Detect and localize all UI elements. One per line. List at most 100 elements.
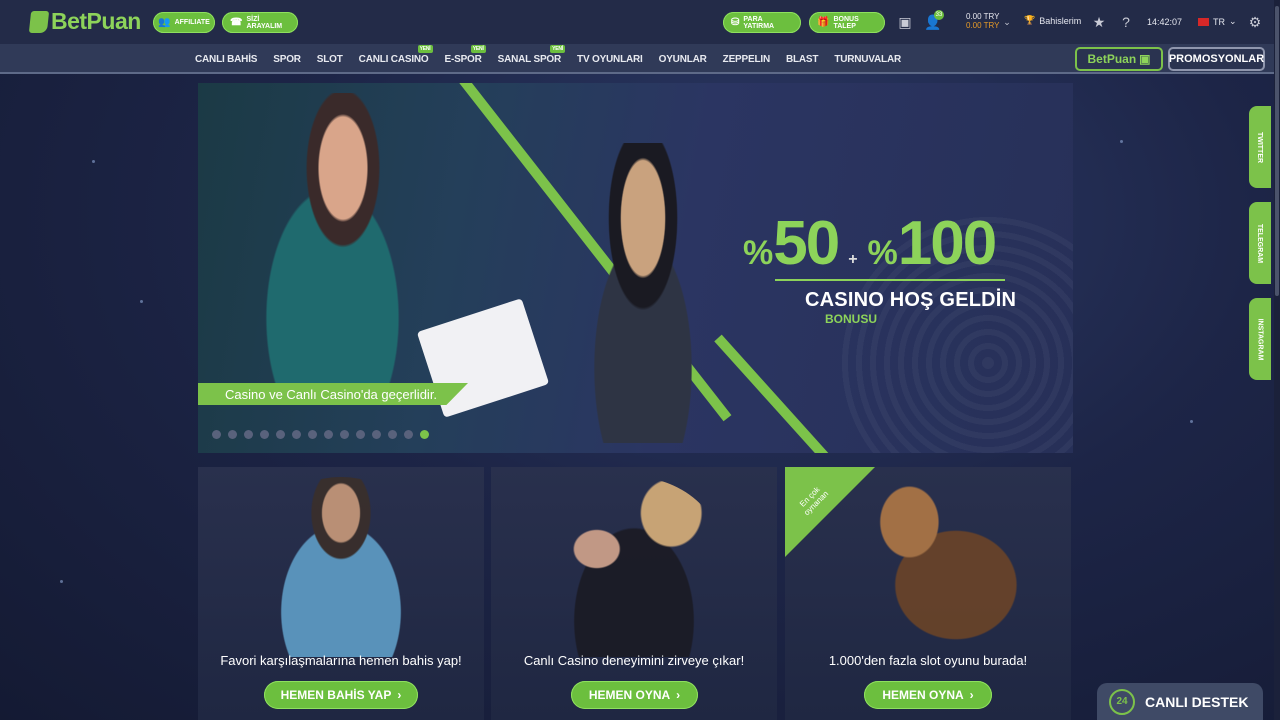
hero-woman-image [238, 93, 448, 393]
nav-item[interactable]: SLOT [317, 54, 343, 65]
nav-item[interactable]: CANLI BAHİS [195, 54, 257, 65]
carousel-dot[interactable] [372, 430, 381, 439]
top-bar: BetPuan 👥 AFFILIATE ☎ SİZİ ARAYALIM ⛁ PA… [0, 0, 1280, 44]
casino-hosts-image [541, 477, 727, 657]
logo-icon [28, 10, 50, 33]
nav-item[interactable]: CANLI CASINO YENİ [358, 44, 433, 65]
carousel-dot[interactable] [260, 430, 269, 439]
carousel-dot[interactable] [308, 430, 317, 439]
my-bets-label: Bahislerim [1039, 15, 1082, 26]
carousel-dot[interactable] [324, 430, 333, 439]
live-support-button[interactable]: 24 CANLI DESTEK [1097, 683, 1263, 720]
nav-item-label: TV OYUNLARI [577, 53, 643, 65]
tv-button[interactable]: BetPuan ▣ [1075, 47, 1163, 71]
button-label: HEMEN OYNA [882, 688, 964, 702]
background-star [1190, 420, 1193, 423]
nav-item-label: E-SPOR [444, 53, 482, 65]
nav-item-label: CANLI CASINO [358, 53, 429, 65]
nav-item[interactable]: TURNUVALAR [834, 54, 901, 65]
nav-item[interactable]: TV OYUNLARI [577, 54, 643, 65]
main-nav: CANLI BAHİS SPOR SLOT CANLI CASINO YENİ E-SPO… [0, 44, 1280, 74]
background-star [1120, 140, 1123, 143]
trophy-icon: 🏆 [1024, 15, 1036, 25]
hero-caption: Casino ve Canlı Casino'da geçerlidir. [198, 383, 468, 405]
instagram-label: INSTAGRAM [1256, 318, 1264, 360]
notification-badge: 33 [934, 10, 944, 20]
nav-item[interactable]: SPOR [273, 54, 301, 65]
balance-display[interactable]: 0.00 TRY 0.00 TRY [966, 12, 1000, 30]
background-star [60, 580, 63, 583]
my-bets-link[interactable]: 🏆 Bahislerim [1024, 15, 1081, 26]
telegram-tab[interactable]: TELEGRAM [1249, 202, 1271, 284]
percent-sign: % [743, 234, 774, 272]
nav-item-label: TURNUVALAR [834, 53, 902, 65]
balance-bonus: 0.00 TRY [966, 21, 1000, 30]
new-badge: YENİ [470, 44, 486, 53]
nav-items: CANLI BAHİS SPOR SLOT CANLI CASINO YENİ E-SPO… [195, 44, 917, 74]
callback-button[interactable]: ☎ SİZİ ARAYALIM [222, 12, 298, 33]
nav-item-label: SANAL SPOR [497, 53, 562, 65]
sports-card[interactable]: Favori karşılaşmalarına hemen bahis yap!… [198, 467, 484, 720]
nav-item[interactable]: ZEPPELIN [723, 54, 770, 65]
promotions-button[interactable]: PROMOSYONLAR [1168, 47, 1265, 71]
live-casino-card[interactable]: Canlı Casino deneyimini zirveye çıkar! H… [491, 467, 777, 720]
footballer-image [248, 477, 434, 657]
hero-banner[interactable]: % 50 + % 100 CASINO HOŞ GELDİN BONUSU Ca… [198, 83, 1073, 453]
twitter-label: TWITTER [1256, 131, 1264, 163]
nav-item-label: BLAST [785, 53, 819, 65]
carousel-dot[interactable] [276, 430, 285, 439]
twitter-tab[interactable]: TWITTER [1249, 106, 1271, 188]
gift-box-icon[interactable]: ▣ [896, 13, 914, 31]
carousel-dot[interactable] [420, 430, 429, 439]
bet-now-button[interactable]: HEMEN BAHİS YAP › [264, 681, 418, 709]
nav-item-label: CANLI BAHİS [195, 53, 258, 65]
card-text: 1.000'den fazla slot oyunu burada! [828, 653, 1028, 668]
carousel-dot[interactable] [388, 430, 397, 439]
cowboy-image [835, 477, 1021, 657]
carousel-dot[interactable] [356, 430, 365, 439]
bonus-request-button[interactable]: 🎁 BONUS TALEP [809, 12, 885, 33]
nav-item-label: OYUNLAR [658, 53, 707, 65]
settings-gear-icon[interactable]: ⚙ [1246, 13, 1264, 31]
live-support-label: CANLI DESTEK [1145, 693, 1249, 710]
phone-icon: ☎ [230, 17, 243, 28]
tv-button-label: BetPuan [1087, 52, 1137, 66]
new-badge: YENİ [417, 44, 433, 53]
chevron-down-icon[interactable]: ⌄ [998, 13, 1016, 31]
offer-second: 100 [897, 209, 997, 278]
hero-offer: % 50 + % 100 [743, 208, 997, 279]
carousel-dot[interactable] [292, 430, 301, 439]
background-star [92, 160, 95, 163]
nav-item-label: ZEPPELIN [722, 53, 770, 65]
flag-icon [1198, 17, 1209, 26]
carousel-dot[interactable] [404, 430, 413, 439]
star-icon[interactable]: ★ [1090, 13, 1108, 31]
tv-icon: ▣ [1139, 52, 1151, 66]
deposit-button[interactable]: ⛁ PARA YATIRMA [723, 12, 801, 33]
nav-item[interactable]: SANAL SPOR YENİ [497, 44, 566, 65]
hero-divider [775, 279, 1005, 281]
scrollbar-thumb[interactable] [1275, 6, 1279, 296]
slots-card[interactable]: En çok oynanan 1.000'den fazla slot oyun… [785, 467, 1071, 720]
nav-item-label: SLOT [316, 53, 343, 65]
nav-item[interactable]: OYUNLAR [659, 54, 707, 65]
nav-item[interactable]: E-SPOR YENİ [444, 44, 486, 65]
brand-logo[interactable]: BetPuan [28, 8, 141, 35]
hero-gangster-image [558, 143, 728, 443]
language-selector[interactable]: TR ⌄ [1198, 16, 1237, 27]
card-text: Canlı Casino deneyimini zirveye çıkar! [523, 653, 745, 668]
carousel-dot[interactable] [212, 430, 221, 439]
percent-sign: % [867, 234, 898, 272]
offer-first: 50 [773, 209, 840, 278]
chevron-right-icon: › [969, 688, 974, 702]
play-now-button[interactable]: HEMEN OYNA › [571, 681, 698, 709]
carousel-dot[interactable] [340, 430, 349, 439]
instagram-tab[interactable]: INSTAGRAM [1249, 298, 1271, 380]
play-now-button[interactable]: HEMEN OYNA › [864, 681, 992, 709]
carousel-dot[interactable] [244, 430, 253, 439]
affiliate-button[interactable]: 👥 AFFILIATE [153, 12, 215, 33]
help-icon[interactable]: ? [1117, 13, 1135, 31]
language-label: TR [1213, 16, 1225, 27]
carousel-dot[interactable] [228, 430, 237, 439]
nav-item[interactable]: BLAST [785, 53, 819, 65]
